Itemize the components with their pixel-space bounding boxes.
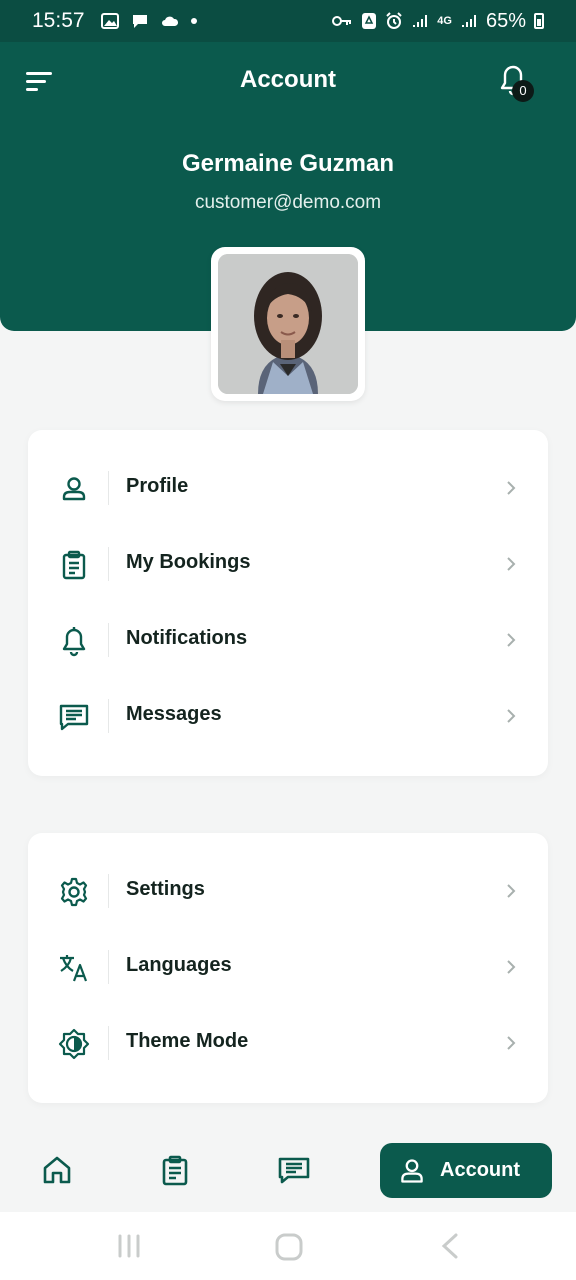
translate-icon xyxy=(60,955,88,982)
divider xyxy=(108,547,109,581)
chevron-right-icon xyxy=(507,633,516,647)
avatar-frame[interactable] xyxy=(211,247,365,401)
bell-icon xyxy=(62,627,86,657)
battery-icon xyxy=(534,13,544,29)
nav-account-label: Account xyxy=(440,1159,520,1181)
account-menu-card: Profile My Bookings Notifications Messag… xyxy=(28,430,548,776)
menu-item-notifications[interactable]: Notifications xyxy=(28,610,548,670)
key-icon xyxy=(332,16,352,26)
notifications-button[interactable]: 0 xyxy=(496,64,536,104)
menu-item-label: Settings xyxy=(126,878,205,900)
status-time: 15:57 xyxy=(32,9,85,32)
image-icon xyxy=(100,13,119,29)
chevron-right-icon xyxy=(507,481,516,495)
recycle-icon xyxy=(362,13,377,29)
chevron-right-icon xyxy=(507,709,516,723)
divider xyxy=(108,699,109,733)
status-bar: 15:57 4G 65% xyxy=(0,0,576,42)
menu-item-messages[interactable]: Messages xyxy=(28,686,548,746)
menu-item-settings[interactable]: Settings xyxy=(28,861,548,921)
divider xyxy=(108,471,109,505)
menu-item-label: My Bookings xyxy=(126,551,251,573)
battery-percent: 65% xyxy=(485,9,526,32)
home-icon[interactable] xyxy=(41,1154,73,1186)
menu-item-languages[interactable]: Languages xyxy=(28,937,548,997)
avatar-photo xyxy=(218,254,358,394)
divider xyxy=(108,874,109,908)
network-type: 4G xyxy=(437,15,452,27)
user-name: Germaine Guzman xyxy=(181,150,395,177)
signal-icon xyxy=(413,15,428,27)
nav-account-button[interactable]: Account xyxy=(380,1143,552,1198)
chat-bubble-icon xyxy=(132,15,147,28)
divider xyxy=(108,623,109,657)
person-icon xyxy=(401,1158,423,1183)
alarm-icon xyxy=(386,12,402,29)
dot-icon xyxy=(190,18,197,24)
page-title: Account xyxy=(240,66,336,93)
menu-item-profile[interactable]: Profile xyxy=(28,458,548,518)
avatar xyxy=(218,254,358,394)
message-icon[interactable] xyxy=(278,1154,310,1186)
system-navigation-bar xyxy=(0,1212,576,1280)
clipboard-icon[interactable] xyxy=(159,1154,191,1186)
recent-apps-icon[interactable] xyxy=(115,1232,143,1260)
chevron-right-icon xyxy=(507,884,516,898)
brightness-icon xyxy=(58,1028,90,1060)
home-button-icon[interactable] xyxy=(274,1232,304,1262)
clipboard-icon xyxy=(62,550,86,580)
menu-item-my-bookings[interactable]: My Bookings xyxy=(28,534,548,594)
chevron-right-icon xyxy=(507,960,516,974)
menu-item-label: Languages xyxy=(126,954,232,976)
menu-item-theme-mode[interactable]: Theme Mode xyxy=(28,1013,548,1073)
message-icon xyxy=(59,704,89,731)
divider xyxy=(108,1026,109,1060)
chevron-right-icon xyxy=(507,557,516,571)
notification-badge: 0 xyxy=(512,80,534,102)
user-email: customer@demo.com xyxy=(194,192,382,213)
cloud-icon xyxy=(161,16,178,26)
chevron-right-icon xyxy=(507,1036,516,1050)
menu-item-label: Notifications xyxy=(126,627,248,649)
signal-icon xyxy=(461,15,476,27)
menu-item-label: Profile xyxy=(126,475,189,497)
app-settings-card: Settings Languages Theme Mode xyxy=(28,833,548,1103)
person-icon xyxy=(62,477,86,501)
menu-item-label: Theme Mode xyxy=(126,1030,249,1052)
bottom-navigation: Account xyxy=(0,1130,576,1212)
menu-item-label: Messages xyxy=(126,703,222,725)
gear-icon xyxy=(60,877,88,907)
divider xyxy=(108,950,109,984)
back-icon[interactable] xyxy=(438,1232,462,1260)
